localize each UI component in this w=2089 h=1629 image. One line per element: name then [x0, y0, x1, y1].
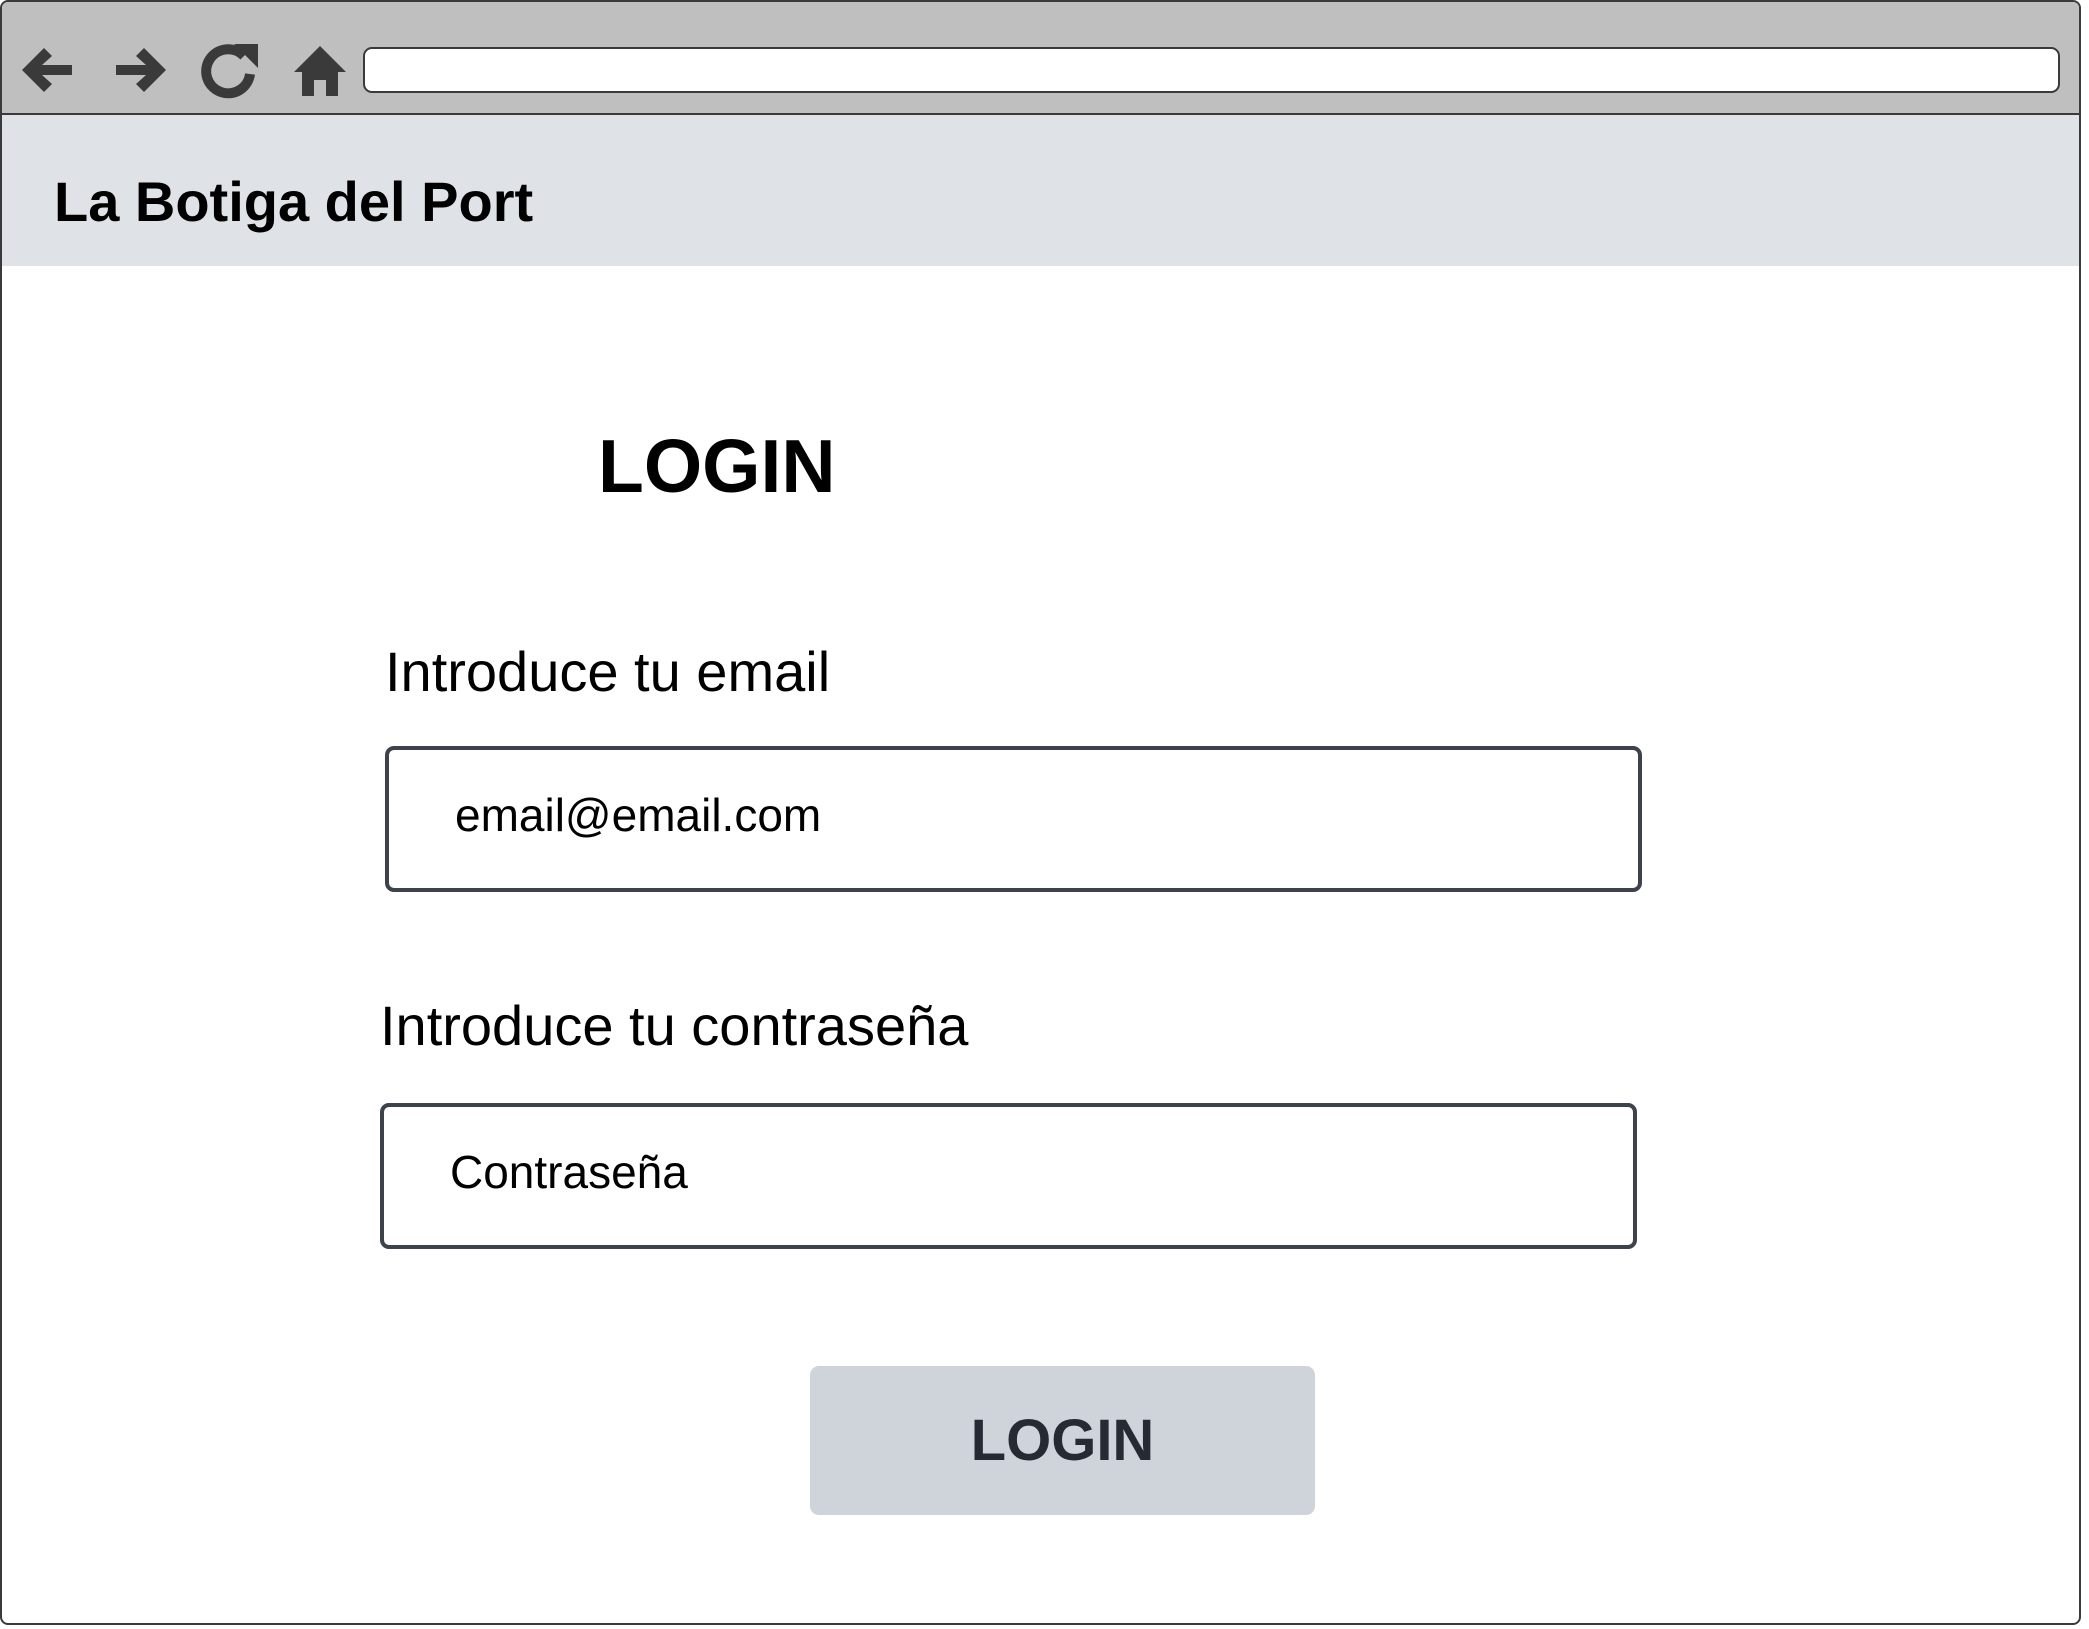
password-field[interactable]: Contraseña [380, 1103, 1637, 1249]
reload-icon[interactable] [198, 38, 262, 102]
browser-window: La Botiga del Port LOGIN Introduce tu em… [0, 0, 2081, 1625]
email-field[interactable]: email@email.com [385, 746, 1642, 892]
site-title: La Botiga del Port [54, 170, 534, 233]
password-label: Introduce tu contraseña [380, 994, 969, 1057]
email-field-value: email@email.com [455, 789, 822, 841]
browser-toolbar [2, 2, 2079, 115]
forward-arrow-icon[interactable] [110, 38, 174, 102]
page-title: LOGIN [598, 424, 836, 508]
login-button[interactable]: LOGIN [810, 1366, 1315, 1515]
password-field-value: Contraseña [450, 1146, 688, 1198]
home-icon[interactable] [288, 38, 352, 102]
email-label: Introduce tu email [385, 640, 831, 703]
login-button-label: LOGIN [970, 1408, 1155, 1473]
address-bar[interactable] [363, 47, 2060, 93]
back-arrow-icon[interactable] [14, 38, 78, 102]
